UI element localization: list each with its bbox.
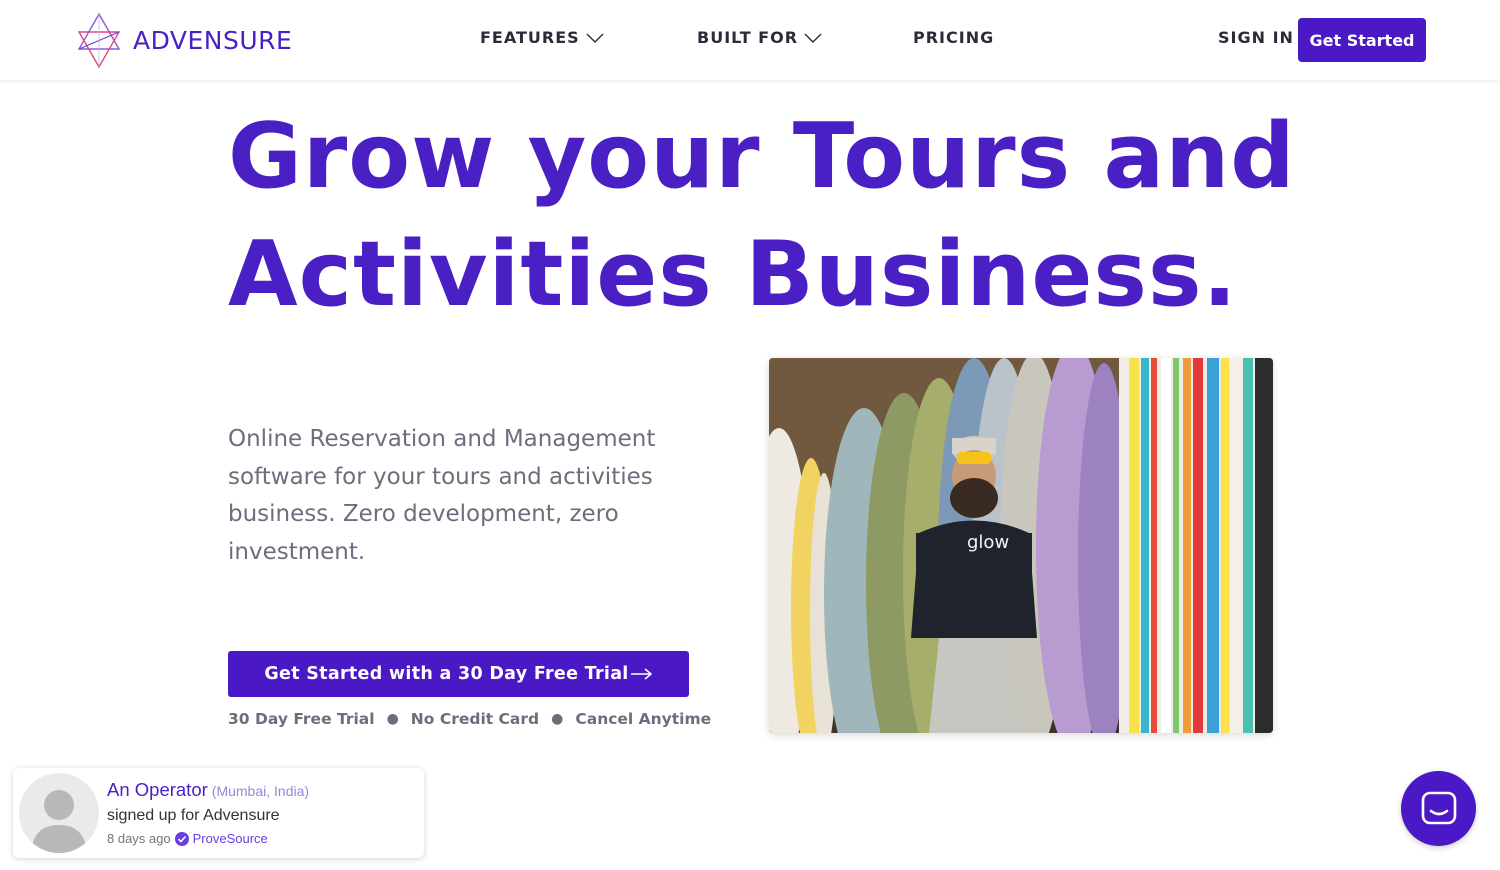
notification-meta: 8 days ago ProveSource bbox=[107, 831, 268, 846]
perk-item: No Credit Card bbox=[410, 710, 540, 728]
perk-item: Cancel Anytime bbox=[575, 710, 712, 728]
get-started-button[interactable]: Get Started bbox=[1298, 18, 1426, 62]
brand-logo[interactable]: ADVENSURE bbox=[75, 10, 292, 70]
avatar bbox=[19, 773, 99, 853]
notification-location: (Mumbai, India) bbox=[211, 783, 310, 799]
notification-name: An Operator bbox=[107, 779, 208, 800]
perk-item: 30 Day Free Trial bbox=[228, 710, 375, 728]
hero-subtext: Online Reservation and Management softwa… bbox=[228, 426, 656, 565]
nav-built-for[interactable]: BUILT FOR bbox=[697, 28, 822, 47]
hero-headline-line-2: Activities Business. bbox=[228, 222, 1238, 327]
chevron-down-icon bbox=[586, 33, 604, 43]
chevron-down-icon bbox=[804, 33, 822, 43]
notification-time: 8 days ago bbox=[107, 831, 171, 846]
sign-in-link[interactable]: SIGN IN bbox=[1218, 28, 1294, 47]
user-silhouette-icon bbox=[31, 790, 87, 853]
bullet-separator: ● bbox=[551, 711, 564, 727]
notification-action: signed up for Advensure bbox=[107, 807, 280, 824]
bullet-separator: ● bbox=[386, 711, 399, 727]
trial-perks: 30 Day Free Trial ● No Credit Card ● Can… bbox=[228, 710, 711, 728]
nav-built-for-label: BUILT FOR bbox=[697, 28, 799, 47]
site-header: ADVENSURE FEATURES BUILT FOR PRICING SIG… bbox=[0, 0, 1500, 80]
hero-photo: glow bbox=[769, 358, 1273, 733]
notification-title: An Operator (Mumbai, India) bbox=[107, 779, 309, 801]
nav-features[interactable]: FEATURES bbox=[480, 28, 604, 47]
provesource-link[interactable]: ProveSource bbox=[193, 831, 268, 846]
shirt-text: glow bbox=[967, 532, 1009, 553]
brand-name: ADVENSURE bbox=[133, 25, 293, 55]
hero-headline: Grow your Tours and Activities Business. bbox=[228, 98, 1328, 334]
nav-pricing-label: PRICING bbox=[913, 28, 995, 47]
chat-icon bbox=[1421, 791, 1456, 824]
signup-notification[interactable]: An Operator (Mumbai, India) signed up for… bbox=[13, 768, 424, 858]
chat-launcher-button[interactable] bbox=[1401, 771, 1476, 846]
free-trial-cta-label: Get Started with a 30 Day Free Trial bbox=[264, 664, 629, 684]
verified-check-icon bbox=[174, 831, 189, 846]
triangle-logo-icon bbox=[77, 12, 121, 69]
surfboards-photo-illustration: glow bbox=[769, 358, 1273, 733]
arrow-right-icon bbox=[630, 668, 652, 680]
nav-pricing[interactable]: PRICING bbox=[913, 28, 994, 47]
hero-headline-line-1: Grow your Tours and bbox=[228, 104, 1296, 209]
free-trial-cta-button[interactable]: Get Started with a 30 Day Free Trial bbox=[228, 651, 689, 697]
nav-features-label: FEATURES bbox=[480, 28, 580, 47]
